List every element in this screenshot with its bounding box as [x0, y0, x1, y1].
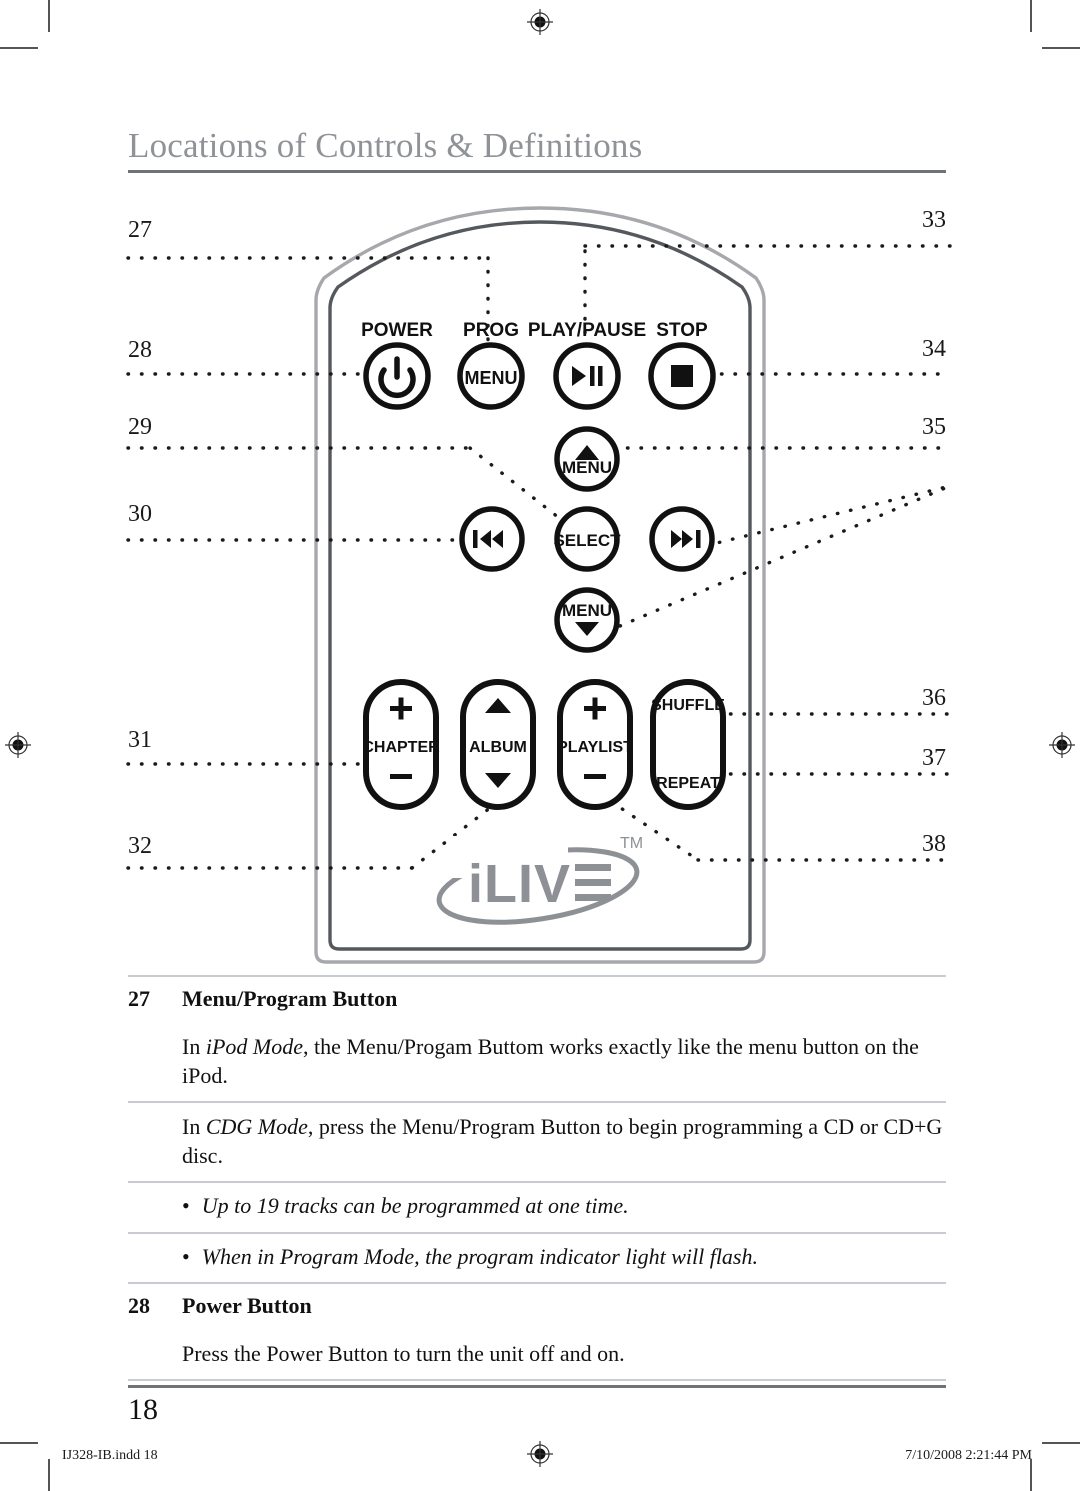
- svg-text:REPEAT: REPEAT: [656, 775, 720, 792]
- definition-heading: 28 Power Button: [128, 1284, 946, 1330]
- callout-number-38: 38: [922, 831, 946, 857]
- definition-title: Menu/Program Button: [182, 986, 398, 1011]
- svg-text:STOP: STOP: [656, 320, 708, 341]
- bullet-glyph: •: [182, 1193, 190, 1219]
- svg-text:CHAPTER: CHAPTER: [362, 739, 440, 756]
- title-divider: [128, 170, 946, 173]
- crop-mark-bottom-right-horizontal: [1042, 1442, 1080, 1444]
- bullet-text: When in Program Mode, the program indica…: [201, 1243, 758, 1269]
- callout-number-33: 33: [922, 207, 946, 233]
- callout-number-29: 29: [128, 414, 152, 440]
- body-text: In: [182, 1114, 206, 1140]
- definition-title: Power Button: [182, 1293, 312, 1319]
- definitions-list: 27 Menu/Program Button In iPod Mode, the M…: [128, 975, 946, 1382]
- definition-heading: 27 Menu/Program Button: [128, 977, 946, 1023]
- footer-divider: [128, 1385, 946, 1388]
- svg-text:MENU: MENU: [562, 458, 612, 477]
- svg-text:SELECT: SELECT: [553, 531, 621, 550]
- crop-mark-bottom-left-vertical: [48, 1459, 50, 1491]
- svg-text:PROG: PROG: [463, 320, 519, 341]
- callout-number-34: 34: [922, 336, 946, 362]
- bullet-glyph: •: [182, 1243, 190, 1269]
- manual-page: Locations of Controls & Definitions .btn…: [0, 0, 1080, 1491]
- crop-mark-top-left-horizontal: [0, 47, 38, 49]
- registration-target-left: [5, 732, 31, 758]
- svg-text:PLAYLIST: PLAYLIST: [557, 739, 633, 756]
- crop-mark-top-left-vertical: [48, 0, 50, 32]
- registration-target-bottom: [527, 1441, 553, 1467]
- callout-number-36: 36: [922, 685, 946, 711]
- section-divider: [128, 1379, 946, 1382]
- callout-number-35: 35: [922, 414, 946, 440]
- body-text: In: [182, 1034, 206, 1059]
- remote-control-diagram: .btnstroke{fill:#ffffff;stroke:#111;stro…: [120, 196, 960, 966]
- definition-bullet: • Up to 19 tracks can be programmed at on…: [128, 1183, 946, 1232]
- crop-mark-bottom-left-horizontal: [0, 1442, 38, 1444]
- definition-number: 27: [128, 986, 150, 1011]
- svg-text:MENU: MENU: [465, 368, 518, 388]
- definition-paragraph: Press the Power Button to turn the unit …: [128, 1330, 946, 1379]
- callout-number-30: 30: [128, 501, 152, 527]
- page-number: 18: [128, 1393, 158, 1426]
- callout-number-31: 31: [128, 727, 152, 753]
- callout-number-32: 32: [128, 833, 152, 859]
- callout-number-27: 27: [128, 217, 152, 243]
- svg-text:ALBUM: ALBUM: [469, 739, 527, 756]
- callout-number-37: 37: [922, 745, 946, 771]
- body-text: Press the Power Button to turn the unit …: [182, 1341, 625, 1367]
- svg-text:iLIV: iLIV: [468, 854, 571, 914]
- page-title: Locations of Controls & Definitions: [128, 126, 643, 165]
- print-file-name: IJ328-IB.indd 18: [62, 1448, 158, 1463]
- svg-text:MENU: MENU: [562, 601, 612, 620]
- callout-number-28: 28: [128, 337, 152, 363]
- svg-text:SHUFFLE: SHUFFLE: [651, 697, 725, 714]
- crop-mark-top-right-vertical: [1030, 0, 1032, 32]
- emphasis-text: iPod Mode: [205, 1034, 303, 1059]
- registration-target-top: [527, 9, 553, 35]
- svg-text:PLAY/PAUSE: PLAY/PAUSE: [528, 320, 646, 341]
- page-header: Locations of Controls & Definitions: [128, 126, 946, 173]
- registration-target-right: [1049, 732, 1075, 758]
- emphasis-text: CDG Mode: [205, 1114, 308, 1140]
- definition-bullet: • When in Program Mode, the program indic…: [128, 1234, 946, 1283]
- print-timestamp: 7/10/2008 2:21:44 PM: [905, 1448, 1032, 1463]
- definition-paragraph: In CDG Mode, press the Menu/Program Butt…: [128, 1103, 946, 1181]
- definition-paragraph: In iPod Mode, the Menu/Progam Buttom wor…: [128, 1023, 946, 1101]
- svg-text:POWER: POWER: [361, 320, 433, 341]
- bullet-text: Up to 19 tracks can be programmed at one…: [201, 1193, 629, 1219]
- definition-number: 28: [128, 1293, 150, 1319]
- crop-mark-top-right-horizontal: [1042, 47, 1080, 49]
- svg-text:TM: TM: [620, 835, 643, 852]
